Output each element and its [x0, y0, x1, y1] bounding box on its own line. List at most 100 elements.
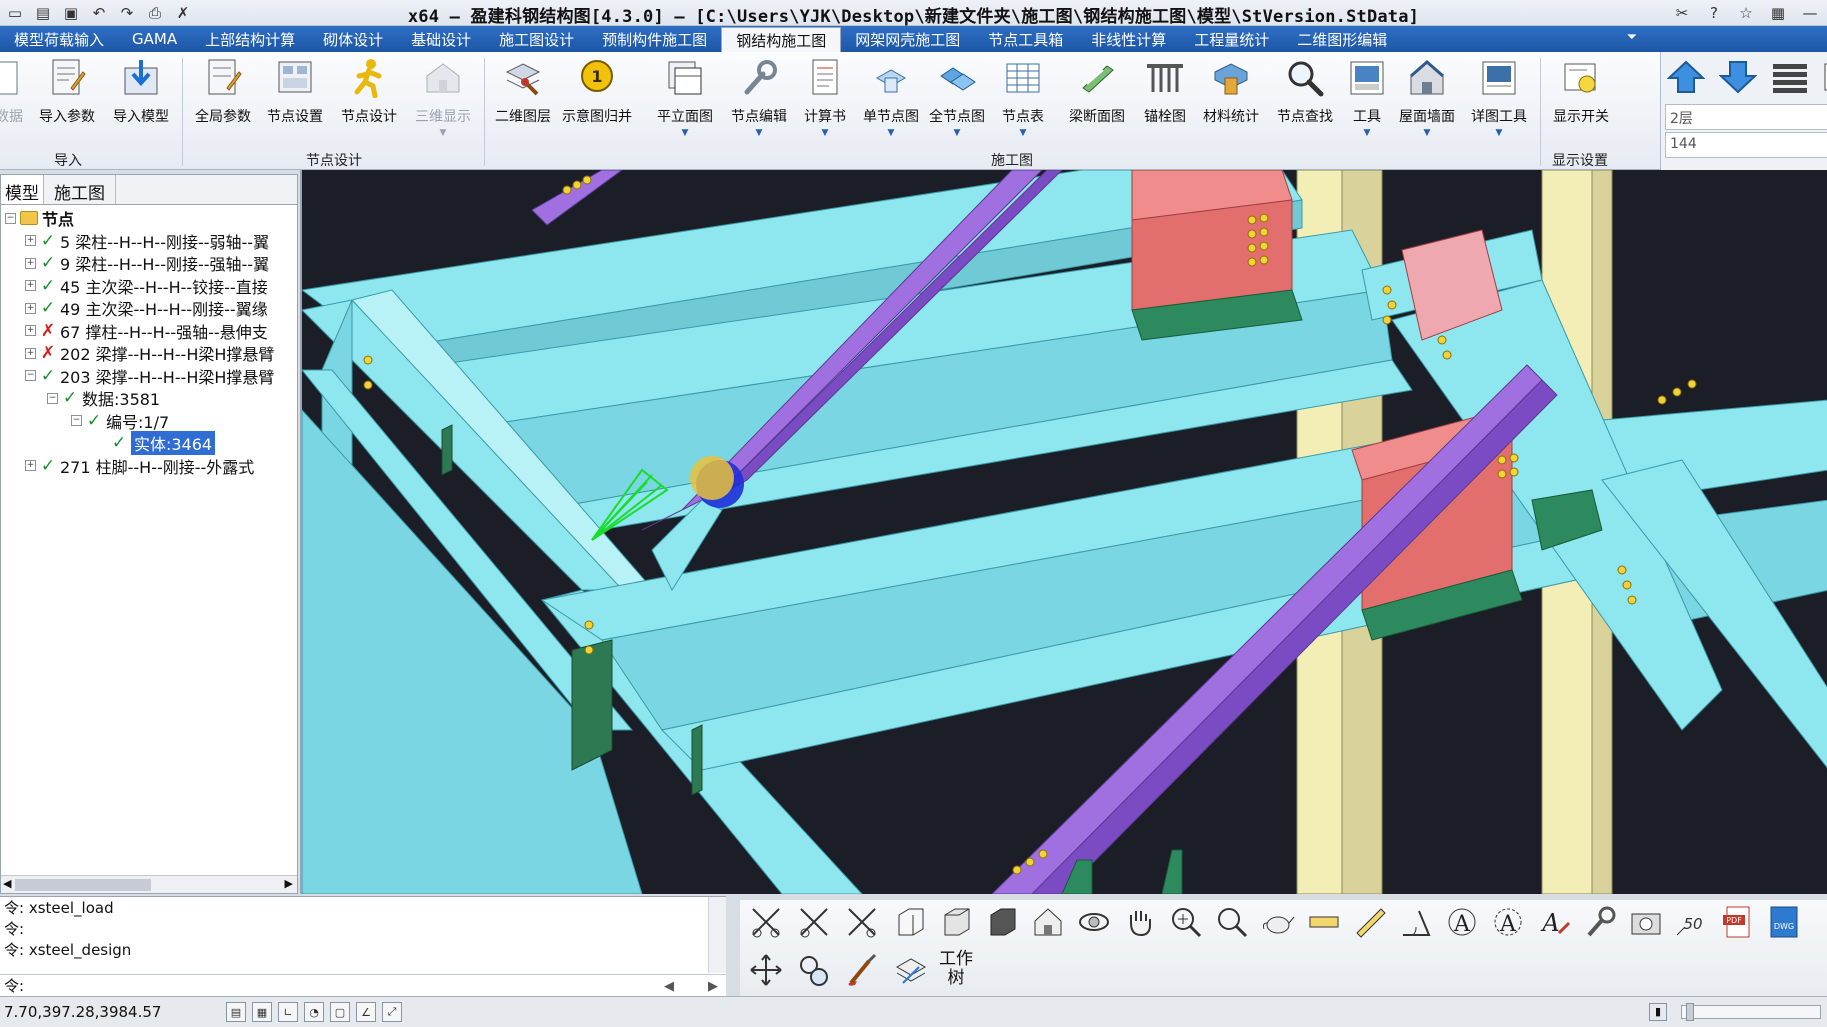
ortho-icon[interactable]: ∟ — [278, 1002, 298, 1022]
tab-9[interactable]: 节点工具箱 — [974, 27, 1077, 51]
collapse-icon[interactable]: − — [71, 415, 82, 427]
display-toggle-button[interactable]: 显示开关 — [1546, 56, 1616, 126]
tree-item[interactable]: − ✓ 203 梁撑--H--H--H梁H撑悬臂 — [1, 365, 297, 388]
tab-10[interactable]: 非线性计算 — [1077, 27, 1180, 51]
tree-item[interactable]: + ✗ 202 梁撑--H--H--H梁H撑悬臂 — [1, 342, 297, 365]
expand-icon[interactable]: + — [25, 257, 36, 269]
select-all-icon[interactable] — [842, 902, 882, 942]
rotate-objects-icon[interactable] — [794, 950, 834, 990]
panel-toggle-icon[interactable]: ▮ — [1649, 1003, 1667, 1021]
command-input[interactable]: 令: ◀ ▶ — [0, 974, 726, 996]
zoom-scale-icon[interactable]: 50 — [1672, 902, 1712, 942]
side-view-icon[interactable] — [936, 902, 976, 942]
horizontal-scrollbar[interactable]: ◀ ▶ — [1, 875, 297, 893]
tree-item[interactable]: + ✓ 49 主次梁--H--H--刚接--翼缘 — [1, 297, 297, 320]
measure-distance-icon[interactable] — [1304, 902, 1344, 942]
expand-icon[interactable]: + — [25, 325, 36, 337]
floor-select[interactable]: 2层 — [1665, 104, 1827, 130]
grid-icon[interactable]: ▦ — [252, 1002, 272, 1022]
tab-7[interactable]: 钢结构施工图 — [721, 27, 842, 53]
import-params-button[interactable]: 导入参数 — [34, 56, 100, 126]
teapot-icon[interactable] — [1258, 902, 1298, 942]
roof-wall-button[interactable]: 屋面墙面 ▼ — [1394, 56, 1460, 138]
tab-2[interactable]: 上部结构计算 — [191, 27, 309, 51]
scroll-right-icon[interactable]: ▶ — [708, 979, 718, 994]
pdf-export-icon[interactable]: PDF — [1718, 902, 1758, 942]
calc-book-button[interactable]: 计算书 ▼ — [792, 56, 858, 138]
node-settings-button[interactable]: 节点设置 — [262, 56, 328, 126]
iso-view-icon[interactable] — [982, 902, 1022, 942]
tab-5[interactable]: 施工图设计 — [485, 27, 588, 51]
tree-item[interactable]: − ✓ 编号:1/7 — [1, 410, 297, 433]
expand-icon[interactable]: + — [25, 302, 36, 314]
scroll-left-icon[interactable]: ◀ — [3, 877, 11, 890]
tab-6[interactable]: 预制构件施工图 — [588, 27, 721, 51]
tab-0[interactable]: 模型荷载输入 — [0, 27, 118, 51]
tools-icon[interactable]: ✂ — [1671, 2, 1693, 24]
ruler-icon[interactable] — [1350, 902, 1390, 942]
tools-button[interactable]: 工具 ▼ — [1334, 56, 1400, 138]
tree-root[interactable]: − 节点 — [1, 207, 297, 230]
layer-edit-icon[interactable] — [890, 950, 930, 990]
snap-icon[interactable]: ▤ — [226, 1002, 246, 1022]
collapse-icon[interactable]: − — [25, 370, 36, 382]
select-cross-icon[interactable] — [794, 902, 834, 942]
select-icon[interactable] — [746, 902, 786, 942]
scroll-left-icon[interactable]: ◀ — [664, 979, 674, 994]
tree-item[interactable]: + ✓ 45 主次梁--H--H--铰接--直接 — [1, 275, 297, 298]
expand-icon[interactable]: + — [25, 235, 36, 247]
floor-up-icon[interactable] — [1667, 60, 1705, 94]
dwg-export-icon[interactable]: DWG — [1764, 902, 1804, 942]
wrench-settings-icon[interactable] — [1580, 902, 1620, 942]
all-nodes-button[interactable]: 全节点图 ▼ — [924, 56, 990, 138]
zoom-slider[interactable] — [1681, 1003, 1821, 1021]
floor-value-field[interactable]: 144 — [1665, 132, 1827, 158]
tab-model[interactable]: 模型 — [1, 175, 44, 204]
move-icon[interactable] — [746, 950, 786, 990]
detail-tools-button[interactable]: 详图工具 ▼ — [1466, 56, 1532, 138]
tree-item-selected[interactable]: ✓ 实体:3464 — [1, 431, 297, 456]
expand-icon[interactable]: + — [25, 280, 36, 292]
tab-3[interactable]: 砌体设计 — [309, 27, 397, 51]
tree-item[interactable]: + ✓ 9 梁柱--H--H--刚接--强轴--翼 — [1, 252, 297, 275]
tabs-overflow-icon[interactable]: ⏷ — [1627, 30, 1637, 45]
zoom-window-icon[interactable] — [1166, 902, 1206, 942]
text-scale-down-icon[interactable]: A — [1488, 902, 1528, 942]
angle-icon[interactable]: ∠ — [356, 1002, 376, 1022]
tree-item[interactable]: + ✓ 5 梁柱--H--H--刚接--弱轴--翼 — [1, 230, 297, 253]
3d-display-button[interactable]: 三维显示 ▼ — [410, 56, 476, 138]
tab-12[interactable]: 二维图形编辑 — [1283, 27, 1401, 51]
diagram-merge-button[interactable]: 1 示意图归并 — [562, 56, 632, 126]
star-icon[interactable]: ☆ — [1735, 2, 1757, 24]
angle-measure-icon[interactable] — [1396, 902, 1436, 942]
orbit-icon[interactable] — [1074, 902, 1114, 942]
front-view-icon[interactable] — [890, 902, 930, 942]
2d-layer-button[interactable]: 二维图层 — [490, 56, 556, 126]
node-edit-button[interactable]: 节点编辑 ▼ — [726, 56, 792, 138]
all-floors-icon[interactable] — [1771, 60, 1809, 94]
tab-8[interactable]: 网架网壳施工图 — [841, 27, 974, 51]
vertical-scrollbar[interactable] — [708, 897, 726, 973]
floor-down-icon[interactable] — [1719, 60, 1757, 94]
text-style-icon[interactable]: A — [1534, 902, 1574, 942]
tree-item[interactable]: + ✓ 271 柱脚--H--刚接--外露式 — [1, 455, 297, 478]
tab-4[interactable]: 基础设计 — [397, 27, 485, 51]
work-tree-button[interactable]: 工作 树 — [936, 950, 976, 990]
collapse-icon[interactable]: − — [5, 212, 16, 224]
ucs-icon[interactable]: ⤢ — [382, 1002, 402, 1022]
steel-structure-3d-model[interactable] — [302, 170, 1827, 894]
camera-icon[interactable] — [1626, 902, 1666, 942]
tab-construction-drawing[interactable]: 施工图 — [44, 175, 116, 204]
pan-hand-icon[interactable] — [1120, 902, 1160, 942]
help-icon[interactable]: ? — [1703, 2, 1725, 24]
polar-icon[interactable]: ◔ — [304, 1002, 324, 1022]
home-view-icon[interactable] — [1028, 902, 1068, 942]
brush-icon[interactable] — [842, 950, 882, 990]
anchor-bolt-button[interactable]: 锚栓图 — [1132, 56, 1198, 126]
single-node-button[interactable]: 单节点图 ▼ — [858, 56, 924, 138]
expand-icon[interactable]: + — [25, 347, 36, 359]
zoom-icon[interactable] — [1212, 902, 1252, 942]
material-stats-button[interactable]: 材料统计 — [1198, 56, 1264, 126]
tab-11[interactable]: 工程量统计 — [1180, 27, 1283, 51]
3d-viewport[interactable] — [300, 170, 1827, 894]
